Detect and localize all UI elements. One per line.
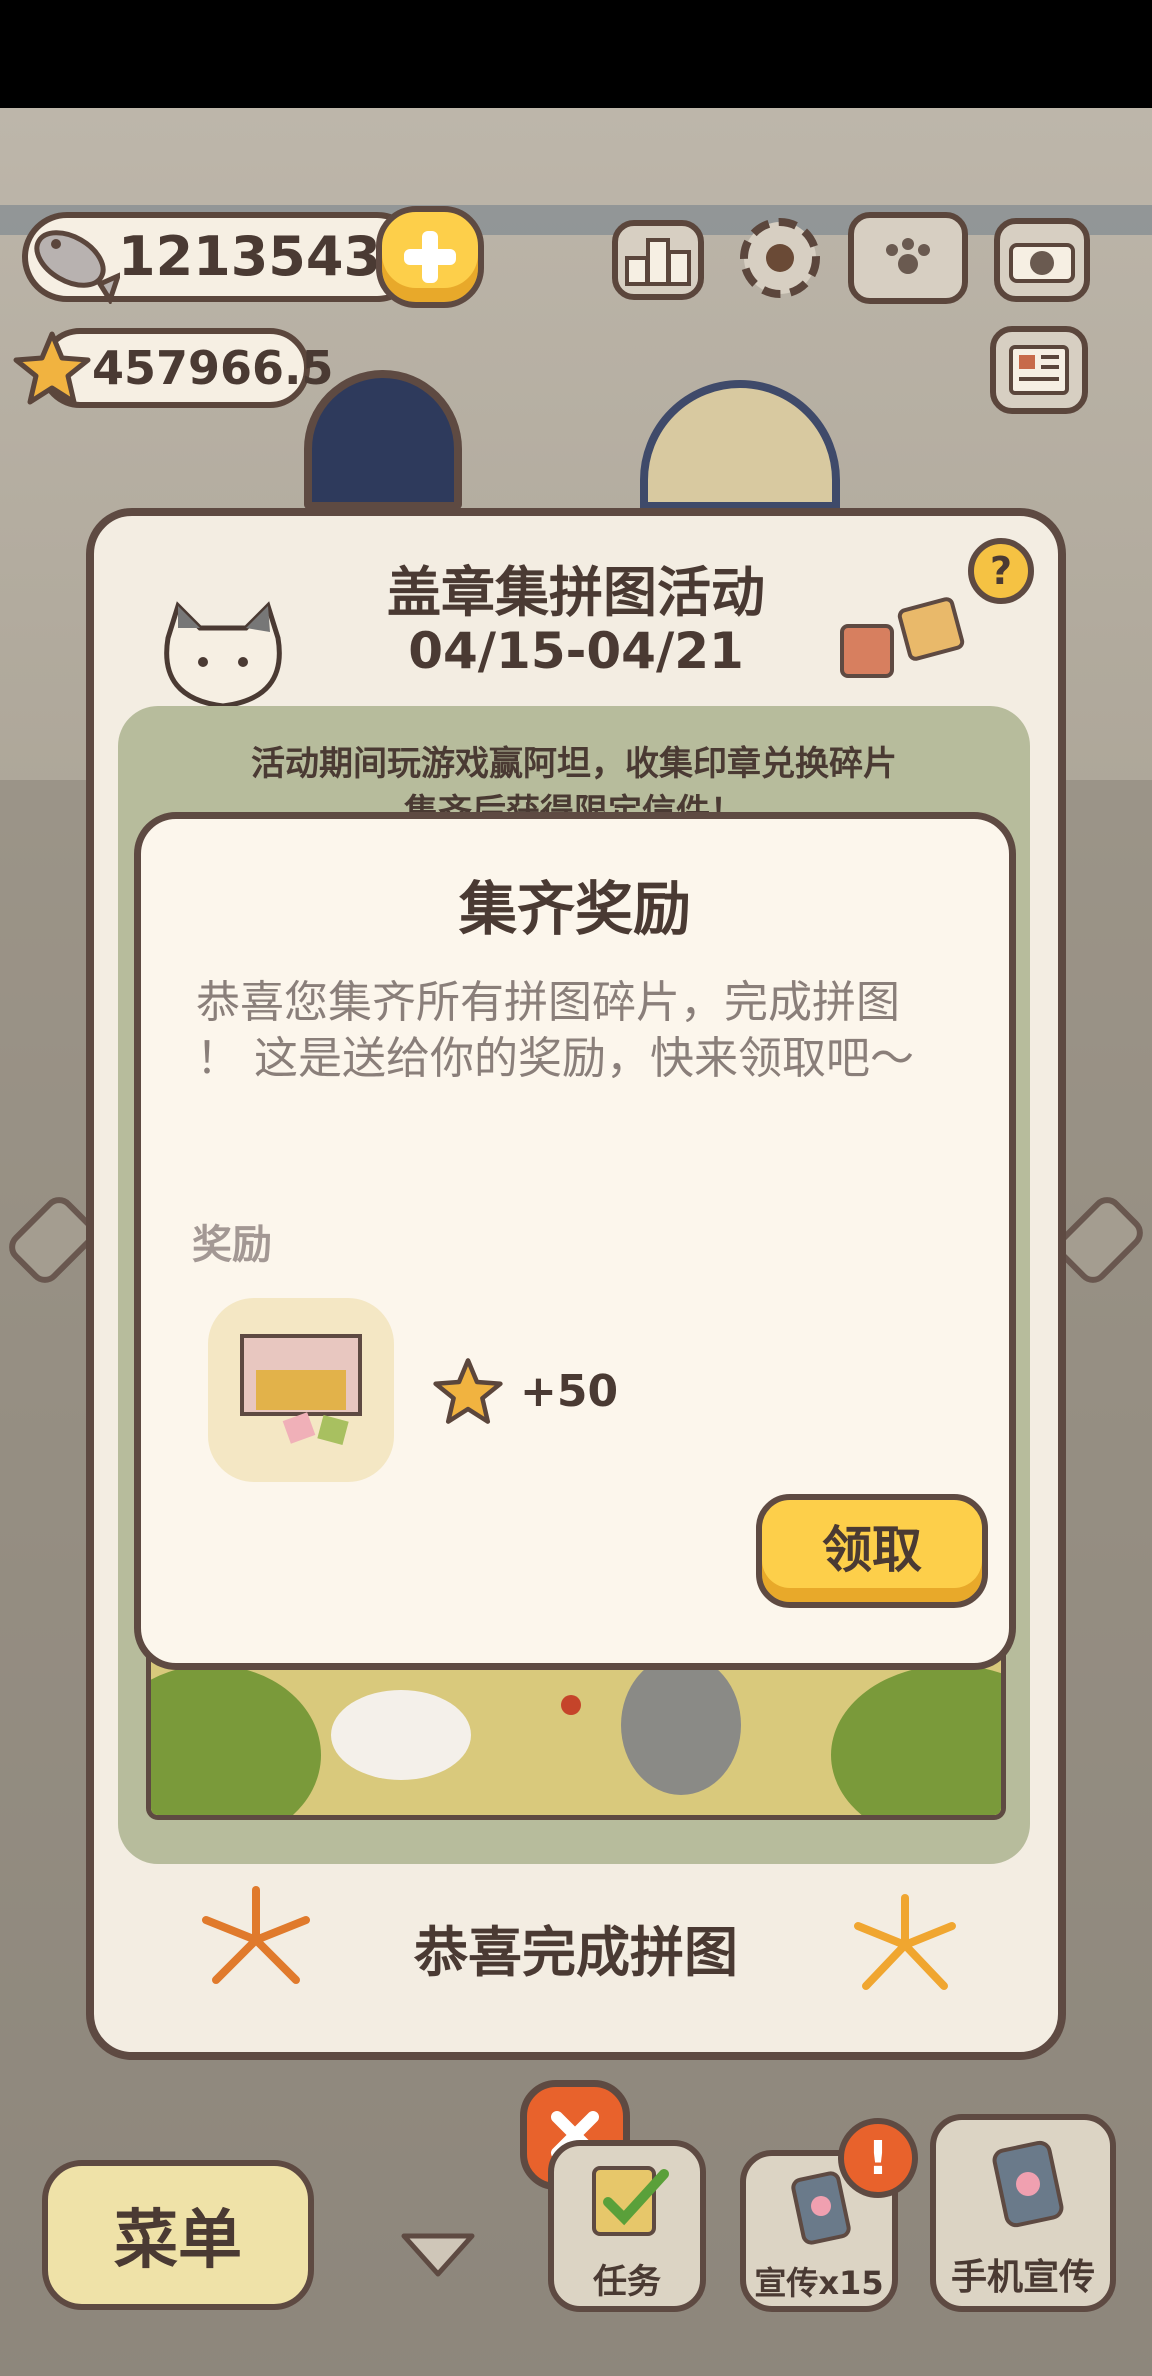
reward-label: 奖励 [192,1222,272,1268]
event-description-line1: 活动期间玩游戏赢阿坦，收集印章兑换碎片 [251,744,897,784]
phone-app-icon [992,2140,1064,2228]
settings-gear-icon[interactable] [730,208,830,308]
status-bar [0,0,1152,108]
checklist-icon [592,2166,669,2236]
star-icon [12,330,92,406]
star-amount: 457966.5 [92,341,334,395]
fish-icon [20,214,120,304]
phone-promo-button-label: 手机宣传 [950,2257,1095,2298]
camera-icon[interactable] [994,218,1090,302]
reward-star-icon [432,1356,504,1426]
puzzle-pieces-decoration [836,596,976,686]
fish-amount: 12135439 [118,225,419,288]
exclamation-icon: ! [867,2131,889,2185]
reward-amount: +50 [520,1366,619,1417]
reward-message-line2: ！ 这是送给你的奖励，快来领取吧～ [196,1033,914,1084]
reward-message-line1: 恭喜您集齐所有拼图碎片，完成拼图 [196,977,900,1028]
puzzle-picture-icon [240,1334,362,1445]
menu-button-label: 菜单 [114,2204,242,2278]
promo-alert-badge: ! [838,2118,918,2198]
task-button-label: 任务 [593,2262,661,2302]
promo-button-label: 宣传x15 [754,2264,884,2302]
cat-decoration [148,598,298,718]
firework-right-icon [840,1890,970,2000]
question-icon: ? [989,549,1013,593]
paw-book-icon[interactable] [848,212,968,304]
add-currency-button[interactable] [376,206,484,308]
claim-button-label: 领取 [822,1521,922,1579]
task-button[interactable]: 任务 [548,2140,706,2312]
reward-puzzle-item [208,1298,394,1482]
ranking-icon[interactable] [612,220,704,300]
menu-button[interactable]: 菜单 [42,2160,314,2310]
phone-promo-button[interactable]: 手机宣传 [930,2114,1116,2312]
down-arrow-icon[interactable] [398,2230,478,2280]
claim-button[interactable]: 领取 [756,1494,988,1608]
firework-left-icon [186,1880,326,2000]
newspaper-icon[interactable] [990,326,1088,414]
help-button[interactable]: ? [968,538,1034,604]
reward-modal-title: 集齐奖励 [458,875,691,943]
plus-icon [404,231,456,283]
